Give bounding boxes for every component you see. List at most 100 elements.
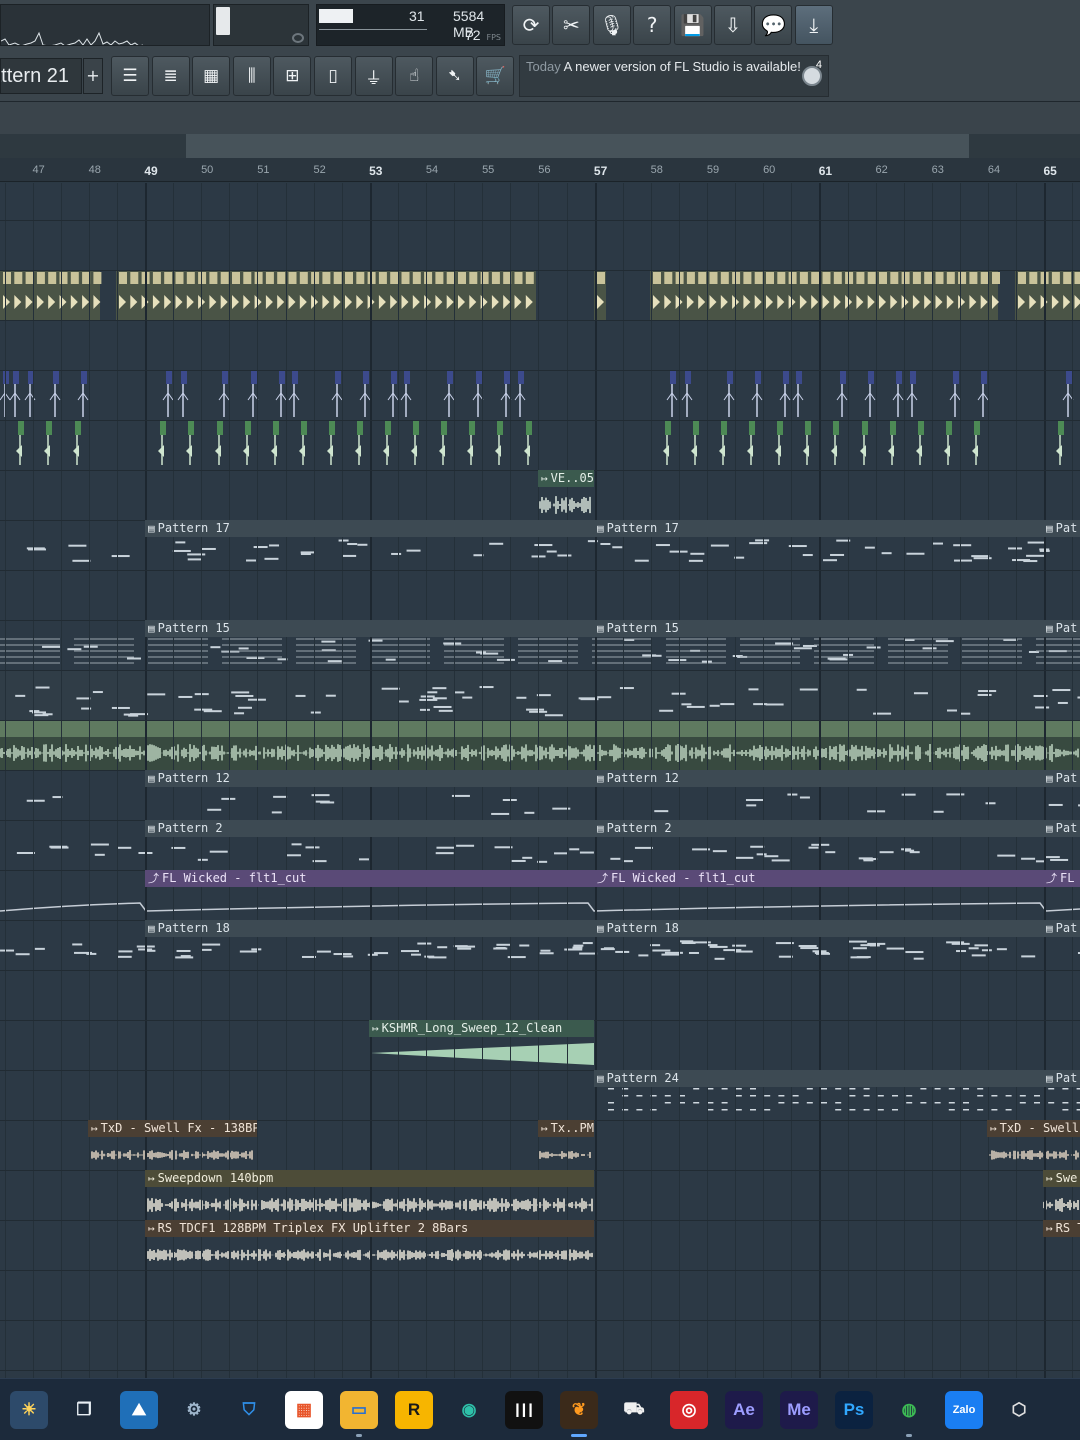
slider-knob[interactable] <box>216 7 230 35</box>
pattern-clip[interactable]: Pattern 18 <box>594 920 1043 970</box>
bar-number[interactable]: 56 <box>538 164 550 176</box>
automation-clip[interactable]: FL I <box>1043 870 1080 920</box>
project-button[interactable]: ▯ <box>314 56 352 96</box>
bar-number[interactable]: 58 <box>651 164 663 176</box>
edge-icon[interactable]: ◉ <box>450 1391 488 1429</box>
task-view-icon[interactable]: ❐ <box>65 1391 103 1429</box>
pattern-clip[interactable]: Pattern 12 <box>145 770 594 820</box>
rockstar-icon[interactable]: R <box>395 1391 433 1429</box>
automation-clip[interactable]: FL Wicked - flt1_cut <box>594 870 1043 920</box>
bar-number[interactable]: 62 <box>875 164 887 176</box>
bar-number[interactable]: 53 <box>369 164 382 178</box>
audio-clip[interactable]: Sweepdown 140bpm <box>145 1170 594 1220</box>
pattern-clip[interactable]: Pat <box>1043 620 1080 670</box>
widgets-icon[interactable]: ☀ <box>10 1391 48 1429</box>
store-icon[interactable]: ▦ <box>285 1391 323 1429</box>
pattern-clip[interactable]: Pattern 18 <box>145 920 594 970</box>
security-icon[interactable]: ⛉ <box>230 1391 268 1429</box>
pattern-clip[interactable]: Pat <box>1043 920 1080 970</box>
after-effects-icon[interactable]: Ae <box>725 1391 763 1429</box>
bar-number[interactable]: 55 <box>482 164 494 176</box>
bar-number[interactable]: 49 <box>144 164 157 178</box>
playlist-tracks[interactable]: VE..05Pattern 17Pattern 17PatPattern 15P… <box>0 183 1080 1378</box>
pattern-selector[interactable]: Pattern 21 <box>0 58 82 94</box>
bar-number[interactable]: 60 <box>763 164 775 176</box>
shop-button[interactable]: 🛒 <box>476 56 515 96</box>
bar-number[interactable]: 59 <box>707 164 719 176</box>
app-icon[interactable]: ⛟ <box>615 1391 653 1429</box>
bar-number[interactable]: 54 <box>426 164 438 176</box>
pattern-clip[interactable]: Pattern 2 <box>594 820 1043 870</box>
touch-button[interactable]: ☝ <box>395 56 434 96</box>
audio-clip[interactable]: KSHMR_Long_Sweep_12_Clean <box>369 1020 594 1070</box>
bar-number[interactable]: 57 <box>594 164 607 178</box>
channel-rack-button[interactable]: ▦ <box>192 56 231 96</box>
drum-hit-marker <box>435 272 444 284</box>
pattern-note <box>194 708 213 711</box>
pattern-clip[interactable]: Pattern 15 <box>594 620 1043 670</box>
overview-viewport[interactable] <box>186 134 969 158</box>
automation-clip[interactable]: FL Wicked - flt1_cut <box>145 870 594 920</box>
audio-clip[interactable]: RS T <box>1043 1220 1080 1270</box>
cut-tool-button[interactable]: ✂ <box>552 5 591 45</box>
fl-studio-icon[interactable]: ❦ <box>560 1391 598 1437</box>
pattern-clip[interactable]: Pattern 2 <box>145 820 594 870</box>
bar-number[interactable]: 61 <box>819 164 832 178</box>
audio-clip[interactable]: TxD - Swell F <box>987 1120 1080 1170</box>
save-button[interactable]: 💾 <box>673 5 712 45</box>
audio-clip[interactable]: Tx..PM <box>538 1120 594 1170</box>
pattern-clip[interactable]: Pattern 15 <box>145 620 594 670</box>
pattern-clip[interactable]: Pat <box>1043 1070 1080 1120</box>
pattern-clip[interactable]: Pattern 12 <box>594 770 1043 820</box>
bar-number[interactable]: 50 <box>201 164 213 176</box>
bar-number[interactable]: 65 <box>1044 164 1057 178</box>
mic-button[interactable]: 🎙 <box>592 5 631 45</box>
add-pattern-button[interactable]: + <box>83 58 103 94</box>
undo-history-button[interactable]: ⟳ <box>512 5 550 45</box>
chrome-icon[interactable]: ◍ <box>890 1391 928 1437</box>
eye-icon[interactable] <box>292 33 304 43</box>
photos-icon[interactable]: ⛰ <box>120 1391 158 1429</box>
grid-line <box>116 183 118 1378</box>
export-button[interactable]: ⤓ <box>794 5 833 45</box>
pattern-clip[interactable]: Pattern 24 <box>594 1070 1043 1120</box>
playlist-overview[interactable] <box>0 102 1080 158</box>
pattern-clip[interactable]: Pattern 17 <box>145 520 594 570</box>
audio-clip[interactable]: VE..05 <box>538 470 594 520</box>
bar-number[interactable]: 47 <box>32 164 44 176</box>
browser-button[interactable]: ⊞ <box>273 56 312 96</box>
bar-number[interactable]: 51 <box>257 164 269 176</box>
pattern-clip[interactable]: Pat <box>1043 770 1080 820</box>
bar-number[interactable]: 64 <box>988 164 1000 176</box>
red-app-icon[interactable]: ◎ <box>670 1391 708 1429</box>
photoshop-icon[interactable]: Ps <box>835 1391 873 1429</box>
help-button[interactable]: ? <box>633 5 672 45</box>
pattern-clip[interactable]: Pat <box>1043 520 1080 570</box>
bar-number[interactable]: 48 <box>89 164 101 176</box>
file-explorer-icon[interactable]: ▭ <box>340 1391 378 1437</box>
render-button[interactable]: ⇩ <box>714 5 752 45</box>
chat-button[interactable]: 💬 <box>754 5 793 45</box>
drum-hit-marker <box>93 272 102 284</box>
audio-clip[interactable]: RS TDCF1 128BPM Triplex FX Uplifter 2 8B… <box>145 1220 594 1270</box>
pattern-clip[interactable]: Pattern 17 <box>594 520 1043 570</box>
timeline-ruler[interactable]: 47 48 49 50 51 52 53 54 55 56 57 58 59 60 61 62 63 64 65 <box>0 158 1080 182</box>
media-encoder-icon[interactable]: Me <box>780 1391 818 1429</box>
plugin-button[interactable]: ⏚ <box>354 56 393 96</box>
news-panel[interactable]: Today A newer version of FL Studio is av… <box>519 55 829 97</box>
bar-number[interactable]: 52 <box>313 164 325 176</box>
pattern-clip[interactable]: Pat <box>1043 820 1080 870</box>
mixer-button[interactable]: ⫼ <box>232 56 271 96</box>
piano-roll-button[interactable]: ≣ <box>151 56 190 96</box>
settings-icon[interactable]: ⚙ <box>175 1391 213 1429</box>
zalo-icon[interactable]: Zalo <box>945 1391 983 1429</box>
drum-hit-marker <box>732 272 741 284</box>
piano-icon[interactable]: ┃┃┃ <box>505 1391 543 1429</box>
audio-clip[interactable]: Swe <box>1043 1170 1080 1220</box>
unity-icon[interactable]: ⬡ <box>1000 1391 1038 1429</box>
audio-clip[interactable]: TxD - Swell Fx - 138BPM <box>88 1120 257 1170</box>
bar-number[interactable]: 63 <box>932 164 944 176</box>
master-volume-slider[interactable] <box>213 4 309 46</box>
playlist-button[interactable]: ☰ <box>111 56 149 96</box>
tempo-button[interactable]: ➷ <box>435 56 474 96</box>
